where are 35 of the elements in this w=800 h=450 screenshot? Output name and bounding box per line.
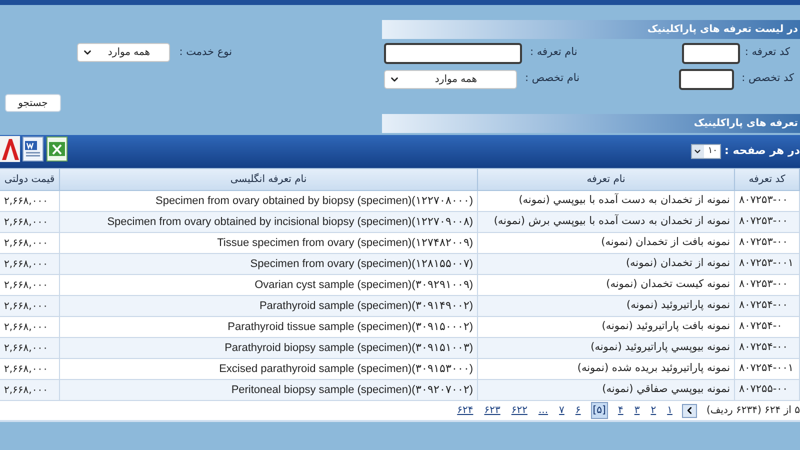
dropdown-field[interactable]: همه موارد bbox=[384, 70, 517, 88]
page-link[interactable]: ۶۲۲ bbox=[510, 403, 528, 418]
column-header: کد تعرفه bbox=[734, 168, 800, 190]
page-link[interactable]: ۳ bbox=[633, 403, 641, 418]
field-label: نام تخصص : bbox=[525, 71, 580, 86]
text-field[interactable] bbox=[384, 42, 522, 64]
field-label: کد تعرفه : bbox=[744, 45, 790, 60]
page-link[interactable]: ۶۲۳ bbox=[483, 403, 502, 418]
search-button[interactable]: جستجو bbox=[5, 94, 61, 112]
excel-export-icon[interactable] bbox=[46, 136, 68, 162]
page-link[interactable]: ۴ bbox=[616, 403, 624, 418]
chevron-down-icon bbox=[693, 147, 702, 156]
pdf-export-icon[interactable] bbox=[0, 136, 20, 162]
page-link[interactable]: ۶ bbox=[574, 403, 582, 418]
field-label: نام تعرفه : bbox=[530, 45, 578, 60]
page-link[interactable]: ۷ bbox=[558, 403, 566, 418]
text-field[interactable] bbox=[679, 68, 734, 90]
word-export-icon[interactable] bbox=[22, 136, 44, 162]
page-link[interactable]: ۱ bbox=[666, 403, 674, 418]
page-size-label: در هر صفحه : bbox=[724, 143, 800, 160]
previous-page-button[interactable] bbox=[682, 404, 698, 418]
field-label: نوع خدمت : bbox=[179, 44, 232, 60]
page-link[interactable]: [۵] bbox=[590, 402, 608, 419]
text-field[interactable] bbox=[682, 42, 740, 64]
field-label: کد تخصص : bbox=[742, 71, 794, 86]
column-header: نام تعرفه bbox=[478, 168, 734, 190]
dropdown-field[interactable]: همه موارد bbox=[77, 43, 170, 62]
page-link[interactable]: ... bbox=[537, 403, 550, 418]
page-size-dropdown[interactable]: ۱۰ bbox=[690, 144, 721, 159]
page-link[interactable]: ۲ bbox=[650, 403, 658, 418]
column-header: نام تعرفه انگلیسی bbox=[60, 168, 478, 190]
section-header: در لیست تعرفه های پاراکلینیک bbox=[382, 20, 800, 39]
section-header: تعرفه های پاراکلینیک bbox=[382, 114, 800, 133]
pagination-summary: ۵ از ۶۲۴ (۶۲۳۴ ردیف) bbox=[706, 404, 800, 418]
page-link[interactable]: ۶۲۴ bbox=[456, 403, 474, 418]
